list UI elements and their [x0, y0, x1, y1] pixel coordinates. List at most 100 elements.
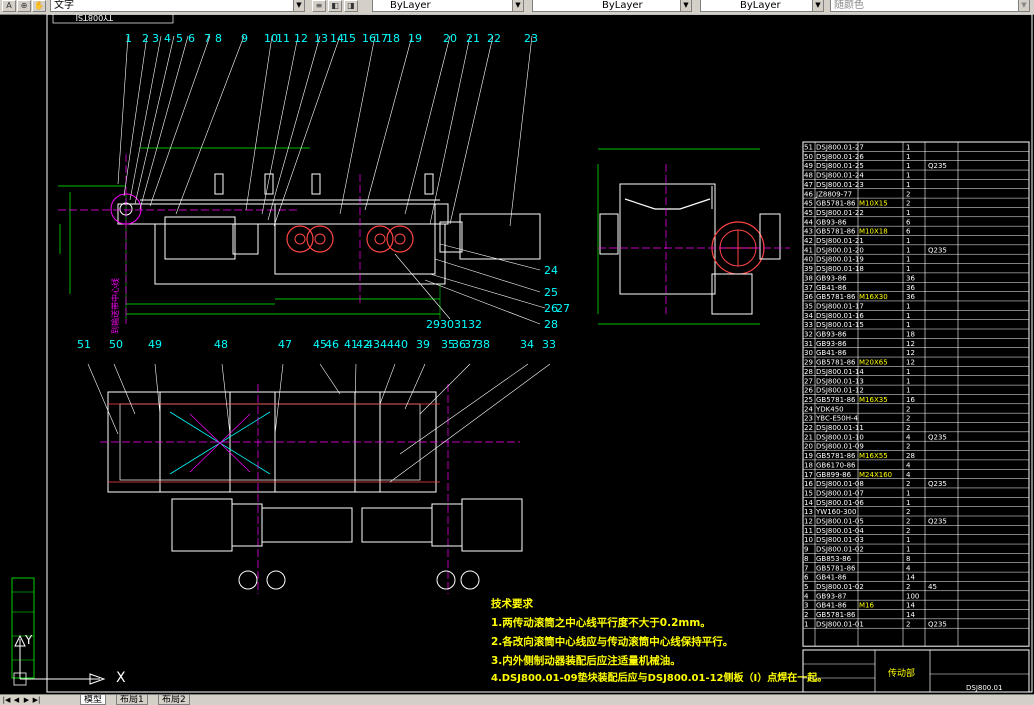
title-block-name: 传动部 [888, 667, 915, 679]
bom-cell: DSJ800.01-13 [816, 377, 864, 385]
bom-cell: DSJ800.01-23 [816, 181, 864, 189]
bom-cell: 1 [906, 499, 910, 507]
bom-cell: 23 [804, 415, 813, 423]
bom-cell: 46 [804, 190, 813, 198]
layer-previous-icon[interactable]: ◨ [344, 0, 358, 12]
bom-cell: DSJ800.01-17 [816, 302, 864, 310]
bom-cell: 6 [906, 228, 911, 236]
ucs-y-label: Y [24, 633, 33, 647]
bom-cell: 2 [906, 518, 910, 526]
bom-cell: 28 [906, 452, 915, 460]
bom-cell: 15 [804, 489, 813, 497]
text-style-combo[interactable]: 文字 ▼ [50, 0, 305, 12]
plotstyle-combo[interactable]: 随颜色 ▼ [830, 0, 1030, 12]
bom-cell: 36 [804, 293, 813, 301]
balloon-numbers-right: 24 25 26 27 28 [544, 264, 570, 331]
bom-cell: 29 [804, 359, 813, 367]
svg-text:38: 38 [476, 338, 490, 351]
bom-cell: M24X160 [859, 471, 892, 479]
bom-cell: DSJ800.01-03 [816, 536, 864, 544]
bom-cell: 1 [906, 265, 910, 273]
svg-text:7: 7 [204, 32, 211, 45]
bom-cell: 2 [906, 424, 910, 432]
layer-manager-icon[interactable]: ≡ [312, 0, 326, 12]
bom-cell: 1 [804, 620, 808, 628]
bom-cell: 22 [804, 424, 813, 432]
bom-cell: DSJ800.01-15 [816, 321, 864, 329]
bom-cell: 12 [906, 359, 915, 367]
bom-cell: GB5781-86 [816, 396, 856, 404]
bom-cell: DSJ800.01-02 [816, 546, 864, 554]
bom-cell: 14 [906, 611, 915, 619]
bom-cell: YW160-300 [815, 508, 856, 516]
bom-cell: GB93-86 [816, 218, 847, 226]
bom-cell: 44 [804, 218, 813, 226]
bom-cell: 48 [804, 172, 813, 180]
drawing-canvas[interactable]: TY008TSJ Y X 到输送带中心线 1 2 3 4 5 6 7 8 9 1… [0, 14, 1034, 694]
text-style-icon[interactable]: A [2, 0, 16, 12]
left-side-bar [11, 577, 35, 679]
svg-text:19: 19 [408, 32, 422, 45]
bom-cell: 10 [804, 536, 813, 544]
bom-cell: DSJ800.01-09 [816, 443, 864, 451]
bom-cell: 45 [804, 200, 813, 208]
bom-cell: 37 [804, 284, 813, 292]
bom-cell: DSJ800.01-12 [816, 387, 864, 395]
bom-cell: 34 [804, 312, 813, 320]
bom-cell: 26 [804, 387, 813, 395]
svg-text:2: 2 [142, 32, 149, 45]
bom-cell: 1 [906, 312, 910, 320]
svg-text:20: 20 [443, 32, 457, 45]
bom-cell: DSJ800.01-24 [816, 172, 864, 180]
bom-cell: 14 [804, 499, 813, 507]
bom-cell: 4 [906, 461, 911, 469]
lineweight-combo[interactable]: ByLayer ▼ [700, 0, 824, 12]
bom-cell: GB41-86 [816, 284, 847, 292]
bom-cell: 1 [906, 246, 910, 254]
bom-cell: 49 [804, 162, 813, 170]
bom-cell: 32 [804, 331, 813, 339]
bom-cell: 1 [906, 489, 910, 497]
bom-cell: 18 [906, 331, 915, 339]
bom-cell: DSJ800.01-20 [816, 246, 864, 254]
color-combo[interactable]: ByLayer ▼ [372, 0, 524, 12]
svg-text:39: 39 [416, 338, 430, 351]
bom-cell: GB5781-86 [816, 564, 856, 572]
bom-cell: 19 [804, 452, 813, 460]
zoom-icon[interactable]: ⊕ [17, 0, 31, 12]
bom-cell: 51 [804, 144, 813, 152]
end-view [597, 148, 790, 325]
bom-cell: DSJ800.01-05 [816, 518, 864, 526]
bom-cell: DSJ800.01-16 [816, 312, 864, 320]
bom-cell: M16X35 [859, 396, 888, 404]
title-block: 传动部 DSJ800.01 [802, 649, 1030, 693]
bom-cell: DSJ800.01-06 [816, 499, 864, 507]
tech-note-4: 4.DSJ800.01-09垫块装配后应与DSJ800.01-12侧板（I）点焊… [491, 671, 827, 684]
bom-cell: 4 [906, 564, 911, 572]
bom-cell: 2 [906, 190, 910, 198]
bom-cell: 16 [804, 480, 813, 488]
bom-cell: 17 [804, 471, 813, 479]
svg-text:28: 28 [544, 318, 558, 331]
pan-icon[interactable]: ✋ [32, 0, 46, 12]
svg-text:49: 49 [148, 338, 162, 351]
bom-cell: YDK450 [815, 405, 844, 413]
bom-cell: 6 [804, 574, 809, 582]
svg-text:27: 27 [556, 302, 570, 315]
bom-cell: Q235 [928, 620, 947, 628]
bom-cell: 36 [906, 274, 915, 282]
bom-cell: 33 [804, 321, 813, 329]
svg-text:47: 47 [278, 338, 292, 351]
linetype-combo[interactable]: ByLayer ▼ [532, 0, 692, 12]
bom-cell: 13 [804, 508, 813, 516]
svg-text:5: 5 [176, 32, 183, 45]
layer-state-icon[interactable]: ◧ [328, 0, 342, 12]
svg-text:4: 4 [164, 32, 171, 45]
bom-cell: Q235 [928, 433, 947, 441]
bom-cell: DSJ800.01-26 [816, 153, 864, 161]
bom-cell: 1 [906, 302, 910, 310]
bom-cell: 25 [804, 396, 813, 404]
bom-cell: 1 [906, 237, 910, 245]
svg-text:22: 22 [487, 32, 501, 45]
svg-text:12: 12 [294, 32, 308, 45]
